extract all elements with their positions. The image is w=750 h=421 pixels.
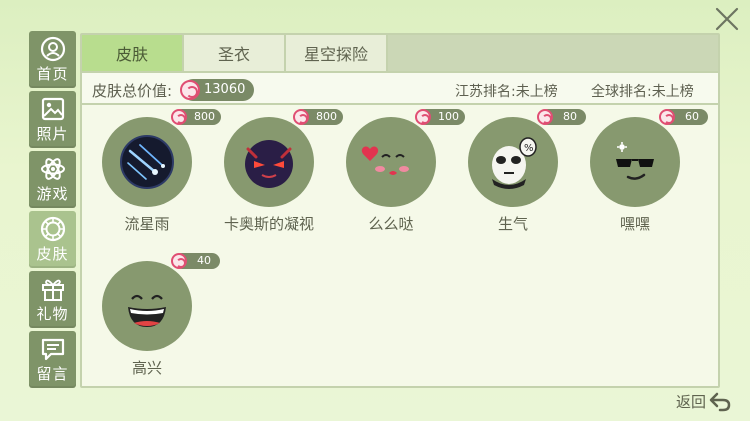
skin-disc [102,261,192,351]
skin-name: 生气 [497,215,528,233]
skin-disc [224,117,314,207]
skin-name: 高兴 [131,359,162,377]
skin-card[interactable]: 100 么么哒 [326,99,465,233]
meteor-icon [120,135,174,189]
sidebar: 首页 照片 游戏 皮肤 礼物 留言 [29,31,76,391]
gift-icon [41,279,64,301]
skins-panel: 皮肤 圣衣 星空探险 皮肤总价值: 13060 江苏排名:未上榜 全球排名:未上… [80,33,720,388]
tab-armor[interactable]: 圣衣 [184,35,286,71]
skin-grid: 800 流星雨 800 卡奥斯的凝视 100 么么哒 % 80 生气 60 嘿嘿… [82,107,718,386]
skin-disc [590,117,680,207]
province-rank: 江苏排名:未上榜 [455,84,558,100]
skin-disc [102,117,192,207]
sidebar-item-skins[interactable]: 皮肤 [29,211,76,268]
sidebar-item-games[interactable]: 游戏 [29,151,76,208]
svg-text:%: % [524,143,534,154]
total-value: 13060 [204,82,246,97]
sidebar-item-home[interactable]: 首页 [29,31,76,88]
demon-eye-icon [245,140,293,188]
candy-icon [415,109,431,125]
skin-card[interactable]: 800 卡奥斯的凝视 [204,99,343,233]
close-icon [715,7,739,31]
user-icon [40,36,65,61]
candy-icon [659,109,675,125]
tab-skins[interactable]: 皮肤 [82,35,184,71]
tab-star-adventure[interactable]: 星空探险 [286,35,388,71]
global-rank: 全球排名:未上榜 [591,84,694,100]
sunglasses-face-icon [616,142,654,180]
sidebar-item-label: 照片 [36,124,69,143]
skin-name: 卡奥斯的凝视 [223,215,314,233]
back-label: 返回 [675,392,706,411]
candy-icon [171,253,187,269]
return-arrow-icon [709,392,731,412]
sidebar-item-label: 皮肤 [36,244,69,263]
sidebar-item-label: 首页 [36,64,69,83]
skin-name: 流星雨 [124,215,170,233]
sidebar-item-label: 礼物 [36,304,69,323]
candy-icon [293,109,309,125]
sidebar-item-gifts[interactable]: 礼物 [29,271,76,328]
sidebar-item-photos[interactable]: 照片 [29,91,76,148]
candy-icon [171,109,187,125]
candy-icon [537,109,553,125]
skin-card[interactable]: 800 流星雨 [82,99,221,233]
price-value: 60 [685,110,699,123]
skin-card[interactable]: 60 嘿嘿 [570,99,708,233]
atom-icon [40,157,65,180]
total-value-label: 皮肤总价值: [92,82,173,100]
sidebar-item-label: 游戏 [36,184,69,203]
price-badge: 60 [659,109,708,125]
tab-strip [388,35,718,71]
message-icon [41,338,64,360]
price-value: 40 [197,254,211,267]
skin-disc: % [468,117,558,207]
kiss-face-icon [361,146,409,175]
close-button[interactable] [714,6,740,32]
price-badge: 40 [171,253,220,269]
skin-card[interactable]: % 80 生气 [448,99,586,233]
ring-icon [40,216,65,241]
total-value-badge: 13060 [180,79,255,101]
skin-name: 么么哒 [368,215,414,233]
laughing-face-icon [128,294,166,327]
angry-panda-icon: % [492,137,537,189]
skin-disc [346,117,436,207]
sidebar-item-messages[interactable]: 留言 [29,331,76,388]
back-button[interactable]: 返回 [676,389,732,413]
photo-icon [41,97,64,120]
candy-icon [180,80,200,100]
skin-card[interactable]: 40 高兴 [82,243,220,377]
sidebar-item-label: 留言 [36,364,69,383]
skin-name: 嘿嘿 [619,215,650,233]
tab-bar: 皮肤 圣衣 星空探险 [82,35,388,71]
